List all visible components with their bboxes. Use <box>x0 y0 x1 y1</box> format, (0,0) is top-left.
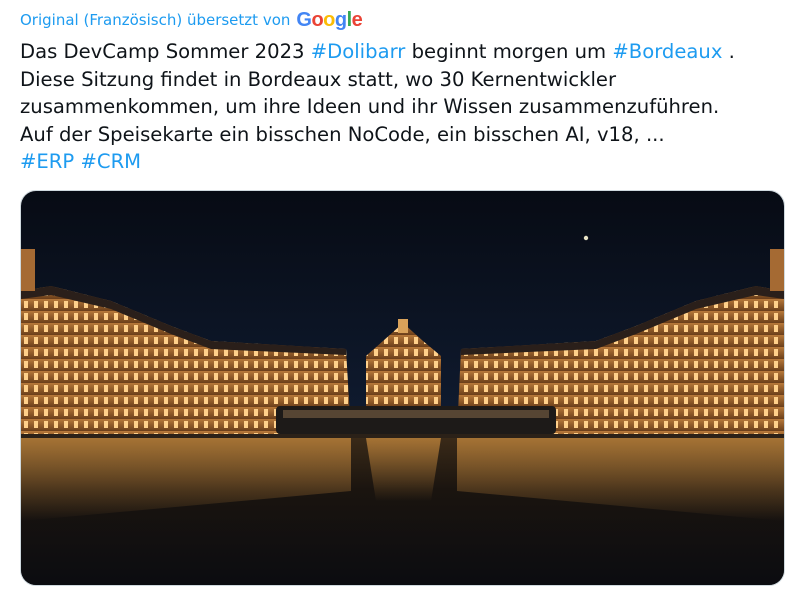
hashtag-dolibarr[interactable]: #Dolibarr <box>311 40 406 63</box>
translation-attribution[interactable]: Original (Französisch) übersetzt von Goo… <box>20 6 363 34</box>
hashtag-bordeaux[interactable]: #Bordeaux <box>612 40 722 63</box>
tweet-photo[interactable] <box>20 190 785 586</box>
tweet-text-segment: beginnt morgen um <box>405 40 613 63</box>
tweet-line-4: Auf der Speisekarte ein bisschen NoCode,… <box>20 122 665 146</box>
google-logo: Google <box>296 8 363 31</box>
tweet-line-3: zusammenkommen, um ihre Ideen und ihr Wi… <box>20 95 720 118</box>
tweet-line-5: #ERP #CRM <box>20 148 780 176</box>
tweet-text-segment: Das DevCamp Sommer 2023 <box>20 40 311 63</box>
photo-place-de-la-bourse-night-icon <box>21 191 784 585</box>
tweet-text: Das DevCamp Sommer 2023 #Dolibarr beginn… <box>20 38 780 176</box>
tweet-text-segment: . <box>722 40 735 63</box>
translation-label: Original (Französisch) übersetzt von <box>20 11 291 29</box>
hashtag-crm[interactable]: #CRM <box>80 150 141 173</box>
tweet-content: Original (Französisch) übersetzt von Goo… <box>0 0 796 598</box>
hashtag-erp[interactable]: #ERP <box>20 150 74 173</box>
tweet-line-2: Diese Sitzung findet in Bordeaux statt, … <box>20 67 617 91</box>
tweet-line-1: Das DevCamp Sommer 2023 #Dolibarr beginn… <box>20 38 780 66</box>
